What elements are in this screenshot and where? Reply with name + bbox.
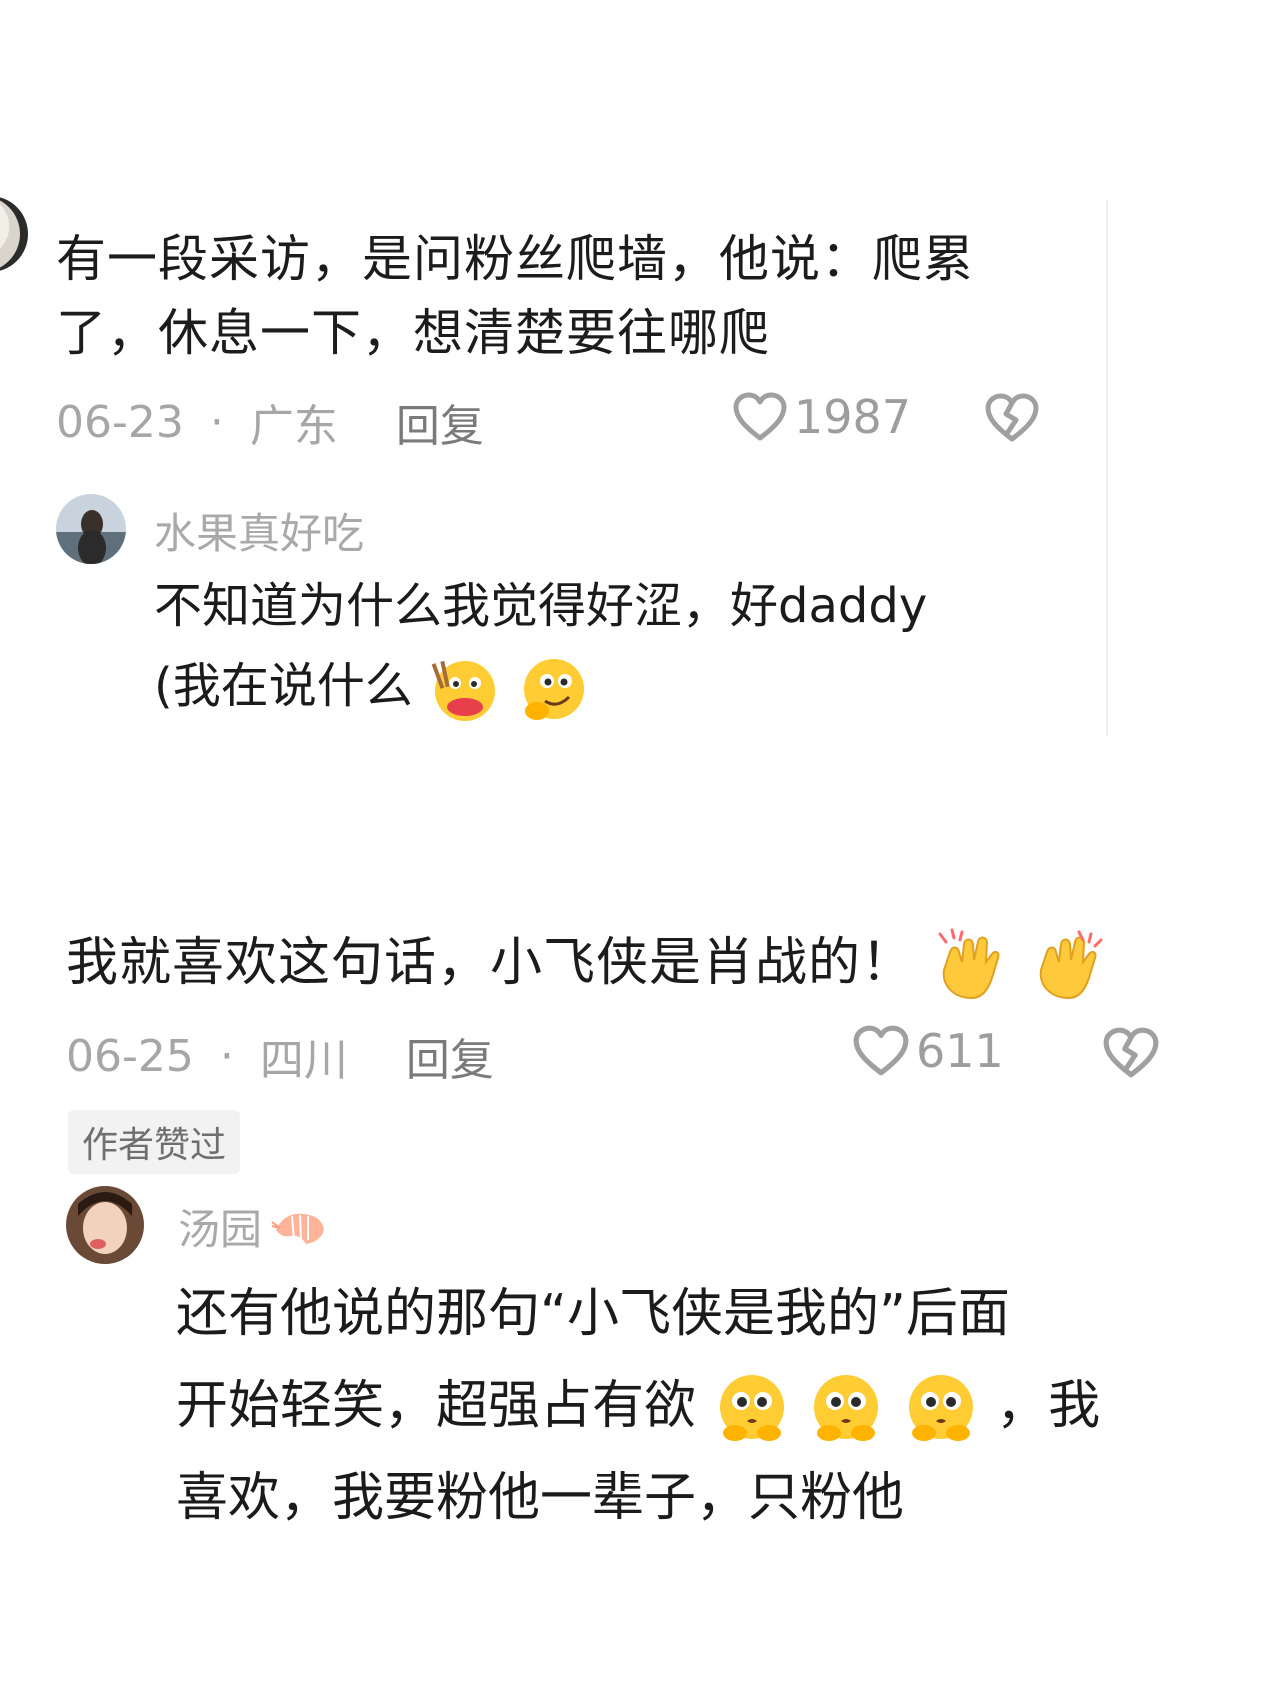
reply-2-username-row: 汤园	[178, 1196, 330, 1257]
reply-1-line-2-text: (我在说什么	[154, 658, 413, 714]
heart-outline-icon	[733, 392, 787, 441]
shrimp-icon	[271, 1213, 325, 1244]
reply-1-line-2: (我在说什么	[154, 646, 1054, 726]
commenter-avatar-partial[interactable]	[0, 196, 28, 272]
comment-1-text: 有一段采访，是问粉丝爬墙，他说：爬累 了，休息一下，想清楚要往哪爬	[56, 222, 1096, 370]
reply-1-username[interactable]: 水果真好吃	[154, 500, 364, 561]
reply-1-text: 不知道为什么我觉得好涩，好daddy (我在说什么	[154, 566, 1054, 726]
author-liked-badge: 作者赞过	[68, 1110, 241, 1174]
reply-2-line-2: 开始轻笑，超强占有欲 ，我	[176, 1360, 1266, 1452]
comment-2-date: 06-25	[66, 1030, 194, 1082]
comment-2-reply-button[interactable]: 回复	[406, 1024, 494, 1088]
pleading-face-emoji	[814, 1375, 879, 1441]
reply-2-line-1: 还有他说的那句“小飞侠是我的”后面	[176, 1284, 1010, 1344]
comment-1-meta: 06-23 · 广东 回复	[56, 390, 484, 454]
broken-heart-icon	[1103, 1027, 1159, 1078]
clapping-hands-emoji	[1039, 930, 1103, 1000]
comment-2-text: 我就喜欢这句话，小飞侠是肖战的！	[66, 920, 1246, 1006]
reply-1-line-1: 不知道为什么我觉得好涩，好daddy	[154, 578, 928, 634]
comment-1-location: 广东	[249, 401, 338, 452]
pleading-face-emoji	[719, 1375, 784, 1441]
shy-smile-emoji	[524, 659, 585, 720]
comment-1-dislike-button[interactable]	[984, 392, 1040, 448]
comment-1-like-button[interactable]: 1987	[732, 390, 911, 444]
reply-2-line-2-suffix: ，我	[996, 1376, 1101, 1436]
comment-1-reply-button[interactable]: 回复	[396, 390, 484, 454]
reply-2-text: 还有他说的那句“小飞侠是我的”后面 开始轻笑，超强占有欲 ，我 喜欢，我要粉他一…	[176, 1268, 1266, 1544]
comment-2-location: 四川	[259, 1035, 348, 1086]
reply-2-line-3: 喜欢，我要粉他一辈子，只粉他	[176, 1468, 905, 1528]
eating-laugh-emoji	[431, 660, 495, 721]
panel-divider	[1106, 200, 1108, 736]
comment-2-like-count: 611	[916, 1024, 1004, 1078]
clapping-hands-emoji	[938, 928, 999, 1000]
avatar-image	[56, 494, 126, 564]
reply-2-username[interactable]: 汤园	[178, 1196, 262, 1257]
comment-1-line-2: 了，休息一下，想清楚要往哪爬	[56, 304, 770, 362]
reply-1-avatar[interactable]	[56, 494, 126, 564]
broken-heart-icon	[985, 393, 1039, 442]
comment-1-date: 06-23	[56, 396, 184, 448]
meta-separator: ·	[209, 396, 224, 448]
comment-2-dislike-button[interactable]	[1102, 1026, 1160, 1084]
comment-1-line-1: 有一段采访，是问粉丝爬墙，他说：爬累	[56, 230, 974, 288]
pleading-face-emoji	[908, 1375, 973, 1441]
heart-outline-icon	[853, 1025, 909, 1076]
reply-2-line-2-prefix: 开始轻笑，超强占有欲	[176, 1376, 697, 1436]
reply-2-avatar[interactable]	[66, 1186, 144, 1264]
comment-2-text-content: 我就喜欢这句话，小飞侠是肖战的！	[66, 933, 915, 993]
comment-2-meta: 06-25 · 四川 回复	[66, 1024, 494, 1088]
comment-2-like-button[interactable]: 611	[852, 1024, 1004, 1078]
comment-1-like-count: 1987	[794, 390, 912, 444]
avatar-image	[66, 1186, 144, 1264]
meta-separator: ·	[219, 1030, 234, 1082]
